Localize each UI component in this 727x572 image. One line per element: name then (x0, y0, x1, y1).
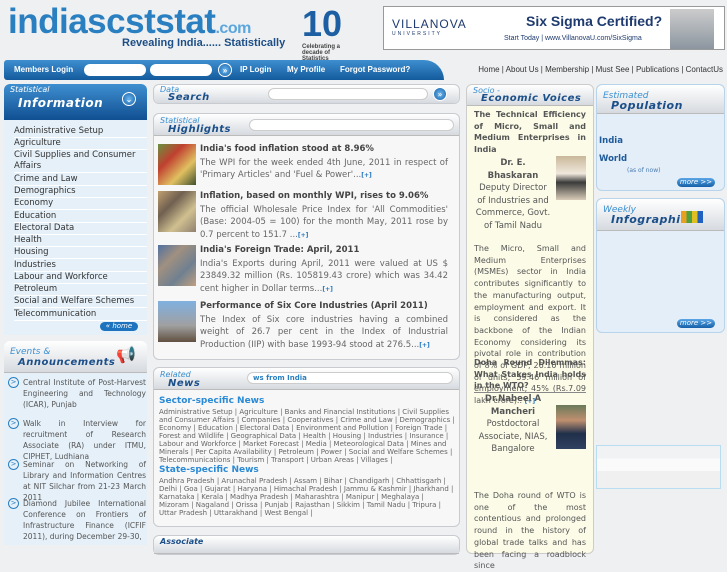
event-item[interactable]: > Walk in Interview for recruitment of Re… (8, 418, 146, 462)
nav-about[interactable]: About Us (506, 65, 539, 74)
highlight-text: The official Wholesale Price Index for '… (200, 205, 448, 240)
chart-icon (681, 211, 703, 223)
highlight-text: The Index of Six core industries having … (200, 315, 448, 350)
home-button[interactable]: « home (100, 322, 138, 331)
population-asof: (as of now) (627, 167, 661, 174)
anniversary-logo: 10 Celebrating a decade of Statistics (302, 3, 343, 63)
state-news-links[interactable]: Andhra Pradesh | Arunachal Pradesh | Ass… (159, 477, 455, 517)
highlight-thumbnail[interactable] (158, 301, 196, 342)
stat-info-item[interactable]: Crime and Law (14, 174, 147, 186)
more-link[interactable]: [+] (419, 342, 430, 349)
stat-info-item[interactable]: Economy (14, 198, 147, 210)
login-bar: Members Login » IP Login My Profile Forg… (4, 60, 444, 80)
population-world: World (599, 154, 628, 164)
infographics-panel: Weekly Infographics more >> (596, 198, 725, 333)
stat-info-item[interactable]: Agriculture (14, 138, 147, 150)
tagline: Revealing India...... Statistically (122, 37, 286, 49)
stat-info-item[interactable]: Demographics (14, 186, 147, 198)
highlight-thumbnail[interactable] (158, 191, 196, 232)
megaphone-icon: 📢 (116, 345, 136, 364)
stat-info-item[interactable]: Electoral Data (14, 223, 147, 235)
event-item[interactable]: > Seminar on Networking of Library and In… (8, 459, 146, 503)
arrow-icon: > (8, 377, 19, 388)
article-2-byline: Dr.Nabeel A Mancheri Postdoctoral Associa… (478, 394, 548, 454)
ad-link[interactable]: Start Today | www.VillanovaU.com/SixSigm… (504, 35, 642, 42)
infographics-more-button[interactable]: more >> (677, 319, 715, 328)
event-item[interactable]: > Diamond Jubilee International Conferenc… (8, 498, 146, 542)
more-link[interactable]: [+] (322, 286, 333, 293)
ip-login-link[interactable]: IP Login (240, 65, 271, 74)
related-news-panel: Related News ws from India Sector-specifi… (153, 367, 460, 527)
stat-info-item[interactable]: Education (14, 211, 147, 223)
data-search-panel: Data Search » (153, 84, 460, 104)
stat-info-item[interactable]: Civil Supplies and Consumer Affairs (14, 150, 147, 173)
population-panel: Estimated Population India World (as of n… (596, 84, 725, 191)
associate-panel: Associate (153, 535, 460, 555)
highlight-title[interactable]: Performance of Six Core Industries (Apri… (200, 301, 428, 311)
username-input[interactable] (84, 64, 146, 76)
highlight-thumbnail[interactable] (158, 144, 196, 185)
nav-publications[interactable]: Publications (636, 65, 679, 74)
arrow-icon: > (8, 498, 19, 509)
members-login-label: Members Login (14, 65, 74, 74)
data-search-input[interactable] (268, 88, 428, 100)
ad-photo (670, 9, 714, 49)
collapse-icon[interactable]: ⌄ (122, 92, 136, 106)
sector-news-title[interactable]: Sector-specific News (159, 396, 264, 406)
highlights-panel: Statistical Highlights India's food infla… (153, 113, 460, 360)
event-item[interactable]: > Central Institute of Post-Harvest Engin… (8, 377, 146, 410)
highlight-text: India's Exports during April, 2011 were … (200, 259, 448, 294)
ad-brand: VILLANOVA UNIVERSITY (392, 17, 467, 37)
nav-home[interactable]: Home (478, 65, 499, 74)
ad-banner[interactable]: VILLANOVA UNIVERSITY Six Sigma Certified?… (383, 6, 725, 50)
top-links: Home | About Us | Membership | Must See … (478, 65, 723, 74)
blank-widget (596, 445, 721, 489)
stat-info-item[interactable]: Social and Welfare Schemes (14, 296, 147, 308)
password-input[interactable] (150, 64, 212, 76)
stat-info-item[interactable]: Administrative Setup (14, 126, 147, 138)
author-2-photo (556, 405, 586, 449)
article-1-title[interactable]: The Technical Efficiency of Micro, Small… (474, 109, 586, 156)
highlight-title[interactable]: India's food inflation stood at 8.96% (200, 144, 374, 154)
population-india: India (599, 136, 623, 146)
sector-news-links[interactable]: Administrative Setup | Agriculture | Ban… (159, 408, 455, 464)
nav-contact[interactable]: ContactUs (686, 65, 723, 74)
stat-info-item[interactable]: Industries (14, 260, 147, 272)
stat-info-item[interactable]: Petroleum (14, 284, 147, 296)
socio-economic-panel: Socio - Economic Voices The Technical Eff… (466, 84, 594, 570)
forgot-password-link[interactable]: Forgot Password? (340, 65, 410, 74)
highlight-thumbnail[interactable] (158, 245, 196, 286)
nav-must-see[interactable]: Must See (596, 65, 630, 74)
stat-info-list: Administrative Setup Agriculture Civil Sup… (4, 120, 147, 335)
highlight-text: The WPI for the week ended 4th June, 201… (200, 158, 448, 181)
stat-info-item[interactable]: Labour and Workforce (14, 272, 147, 284)
arrow-icon: > (8, 418, 19, 429)
stat-info-header: Statistical Information ⌄ (4, 84, 147, 120)
stat-info-item[interactable]: Telecommunication (14, 309, 147, 321)
login-go-button[interactable]: » (218, 63, 232, 77)
search-go-button[interactable]: » (433, 87, 447, 101)
more-link[interactable]: [+] (298, 232, 309, 239)
article-2-title[interactable]: Doha Round Dilemmas: What Stakes India h… (474, 357, 586, 394)
article-2-text: The Doha round of WTO is one of the most… (474, 491, 586, 571)
stat-info-item[interactable]: Health (14, 235, 147, 247)
article-1-byline: Dr. E. Bhaskaran Deputy Director of Indus… (475, 158, 551, 231)
arrow-icon: > (8, 459, 19, 470)
highlights-ticker (249, 119, 454, 131)
highlight-title[interactable]: Inflation, based on monthly WPI, rises t… (200, 191, 428, 201)
news-ticker[interactable]: ws from India (247, 372, 453, 384)
population-more-button[interactable]: more >> (677, 178, 715, 187)
stat-info-item[interactable]: Housing (14, 247, 147, 259)
events-panel: Events & Announcements 📢 > Central Institut… (4, 341, 147, 545)
author-1-photo (556, 156, 586, 200)
more-link[interactable]: [+] (361, 172, 372, 179)
ad-title: Six Sigma Certified? (526, 13, 663, 29)
my-profile-link[interactable]: My Profile (287, 65, 325, 74)
nav-membership[interactable]: Membership (545, 65, 589, 74)
state-news-title[interactable]: State-specific News (159, 465, 259, 475)
highlight-title[interactable]: India's Foreign Trade: April, 2011 (200, 245, 359, 255)
